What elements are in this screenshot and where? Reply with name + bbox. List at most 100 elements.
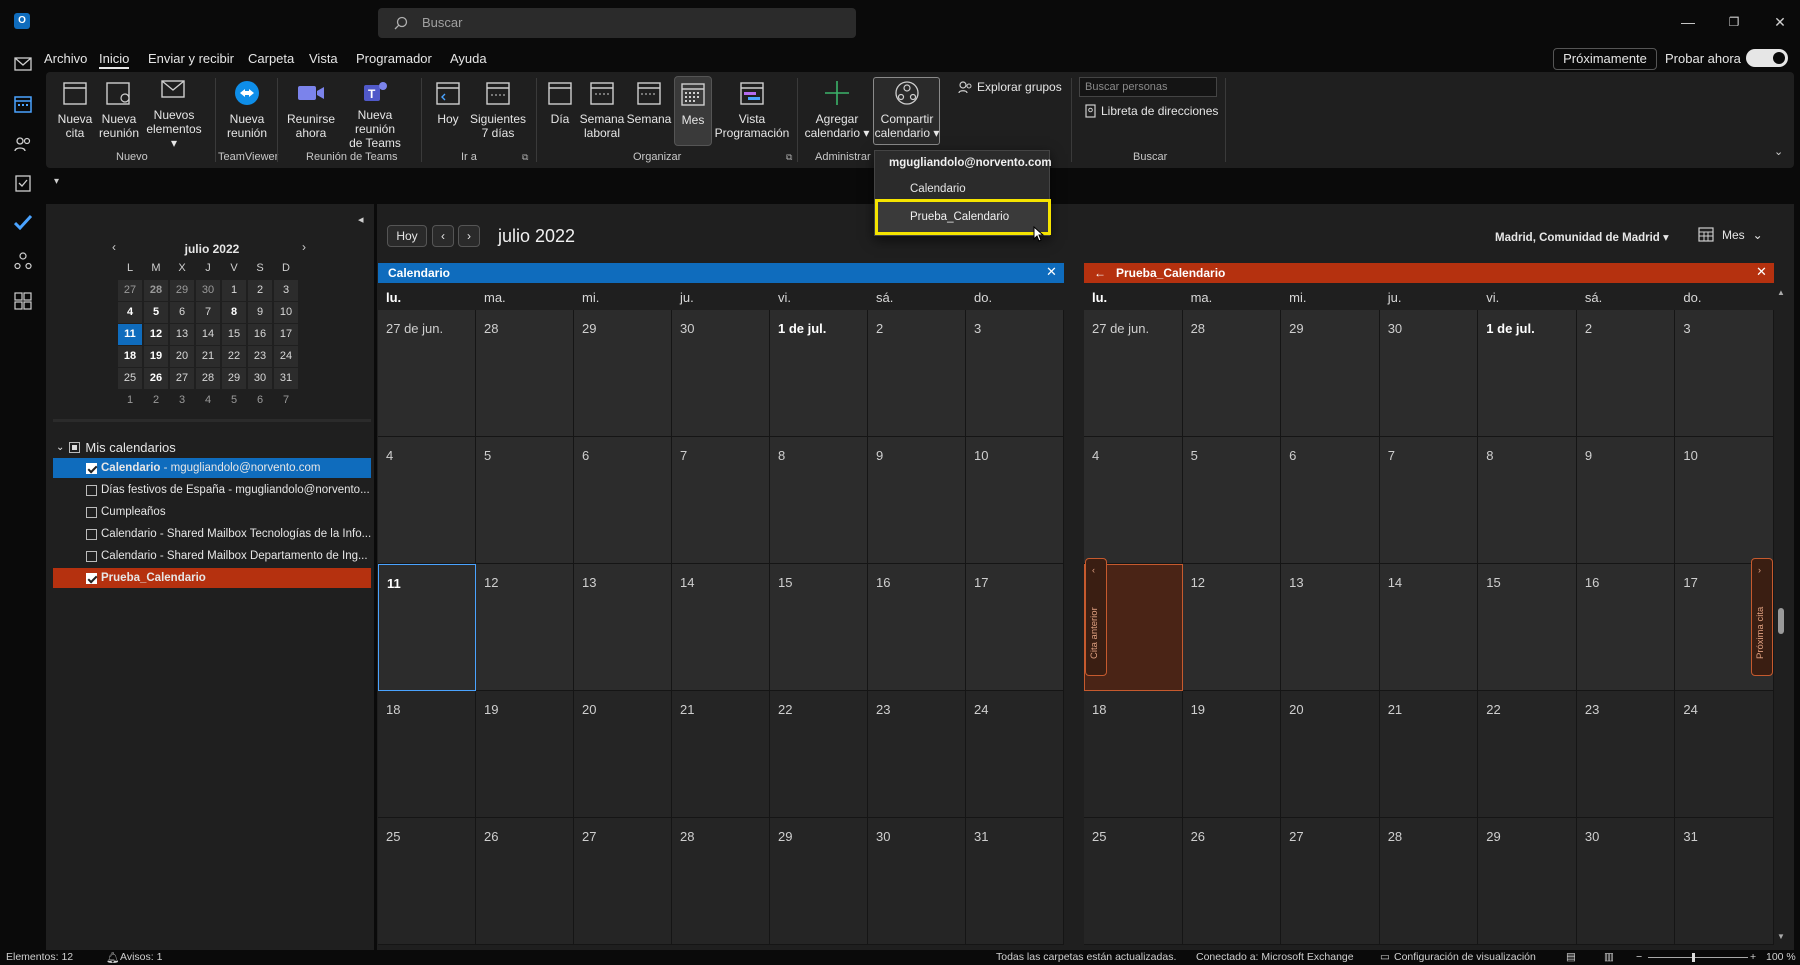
day-cell[interactable]: 3 (1675, 310, 1774, 437)
day-cell[interactable]: 19 (476, 691, 574, 818)
mini-day[interactable]: 27 (118, 280, 142, 301)
day-cell[interactable]: 18 (378, 691, 476, 818)
calendar-icon[interactable] (12, 93, 34, 115)
mini-day[interactable]: 29 (170, 280, 194, 301)
mini-day[interactable]: 3 (274, 280, 298, 301)
day-cell[interactable]: 20 (574, 691, 672, 818)
zoom-out-icon[interactable]: − (1636, 951, 1642, 963)
day-cell[interactable]: 28 (672, 818, 770, 945)
calendar-checkbox[interactable] (86, 507, 97, 518)
tab-ayuda[interactable]: Ayuda (450, 51, 487, 69)
scroll-down-icon[interactable]: ▼ (1777, 932, 1785, 941)
day-cell[interactable]: 24 (966, 691, 1064, 818)
mini-day[interactable]: 7 (196, 302, 220, 323)
day-cell[interactable]: 9 (868, 437, 966, 564)
day-cell[interactable]: 2 (1576, 310, 1676, 437)
tv-nueva-reunion-button[interactable]: Nueva reunión (222, 78, 272, 142)
day-cell[interactable]: 15 (1478, 564, 1577, 691)
mini-day[interactable]: 28 (144, 280, 168, 301)
semana-laboral-button[interactable]: Semana laboral (579, 78, 625, 142)
day-cell[interactable]: 25 (378, 818, 476, 945)
day-cell[interactable]: 7 (1379, 437, 1479, 564)
day-cell[interactable]: 26 (1182, 818, 1282, 945)
prev-month-icon[interactable]: ‹ (432, 225, 454, 247)
mini-day[interactable]: 7 (274, 390, 298, 411)
reading-view-icon[interactable]: ▥ (1604, 951, 1614, 963)
tab-inicio[interactable]: Inicio (99, 51, 130, 69)
nueva-cita-button[interactable]: Nueva cita (54, 78, 96, 142)
folder-checkbox[interactable] (69, 442, 81, 453)
search-input[interactable]: Buscar (378, 8, 856, 38)
day-cell[interactable]: 31 (966, 818, 1064, 945)
next-month-icon[interactable]: › (458, 225, 480, 247)
mini-day[interactable]: 9 (248, 302, 272, 323)
mini-day[interactable]: 10 (274, 302, 298, 323)
mini-day[interactable]: 6 (248, 390, 272, 411)
day-cell[interactable]: 12 (476, 564, 574, 691)
day-cell[interactable]: 30 (1576, 818, 1676, 945)
day-cell[interactable]: 30 (672, 310, 770, 437)
mini-day[interactable]: 30 (196, 280, 220, 301)
day-cell[interactable]: 7 (672, 437, 770, 564)
day-cell[interactable]: 18 (1084, 691, 1183, 818)
day-cell[interactable]: 5 (1182, 437, 1282, 564)
mini-day[interactable]: 25 (118, 368, 142, 389)
zoom-thumb[interactable] (1692, 953, 1695, 962)
libreta-direcciones-button[interactable]: Libreta de direcciones (1085, 104, 1218, 118)
mini-day[interactable]: 1 (118, 390, 142, 411)
day-cell[interactable]: 30 (1379, 310, 1479, 437)
normal-view-icon[interactable]: ▤ (1566, 951, 1576, 963)
day-cell[interactable]: 29 (770, 818, 868, 945)
calendar-checkbox[interactable] (86, 463, 97, 474)
day-cell[interactable]: 6 (1281, 437, 1380, 564)
day-cell[interactable]: 2 (868, 310, 966, 437)
tab-programador[interactable]: Programador (356, 51, 432, 69)
proxima-cita-tab[interactable]: › Próxima cita (1751, 558, 1773, 676)
day-cell[interactable]: 13 (1281, 564, 1380, 691)
day-cell[interactable]: 22 (1478, 691, 1577, 818)
calendar-checkbox[interactable] (86, 485, 97, 496)
dia-button[interactable]: Día (543, 78, 577, 142)
day-cell[interactable]: 12 (1182, 564, 1282, 691)
mini-day[interactable]: 12 (144, 324, 168, 345)
day-cell[interactable]: 5 (476, 437, 574, 564)
day-cell[interactable]: 16 (1576, 564, 1676, 691)
zoom-in-icon[interactable]: + (1750, 951, 1756, 963)
customize-qat-icon[interactable]: ▾ (54, 176, 59, 187)
tab-enviar-recibir[interactable]: Enviar y recibir (148, 51, 234, 69)
mini-day[interactable]: 2 (144, 390, 168, 411)
tab-carpeta[interactable]: Carpeta (248, 51, 294, 69)
day-cell[interactable]: 13 (574, 564, 672, 691)
compartir-calendario-button[interactable]: Compartir calendario ▾ (874, 78, 940, 142)
day-cell[interactable]: 16 (868, 564, 966, 691)
day-cell[interactable]: 29 (1281, 310, 1380, 437)
mini-day[interactable]: 4 (196, 390, 220, 411)
back-arrow-icon[interactable]: ← (1094, 266, 1106, 280)
day-cell[interactable]: 14 (1379, 564, 1479, 691)
mini-day[interactable]: 5 (222, 390, 246, 411)
menu-item-prueba-calendario[interactable]: Prueba_Calendario (875, 199, 1051, 235)
mini-day[interactable]: 24 (274, 346, 298, 367)
close-pane-icon[interactable]: ✕ (1046, 264, 1057, 280)
day-cell[interactable]: 27 (1281, 818, 1380, 945)
close-pane-icon[interactable]: ✕ (1756, 264, 1767, 280)
mini-day[interactable]: 4 (118, 302, 142, 323)
collapse-pane-icon[interactable]: ◂ (358, 213, 364, 226)
explorar-grupos-button[interactable]: Explorar grupos (958, 80, 1062, 94)
day-cell[interactable]: 30 (868, 818, 966, 945)
apps-icon[interactable] (12, 290, 34, 312)
day-cell[interactable]: 14 (672, 564, 770, 691)
day-cell[interactable]: 24 (1675, 691, 1774, 818)
groups-icon[interactable] (12, 250, 34, 272)
day-cell[interactable]: 6 (574, 437, 672, 564)
calendar-list-item[interactable]: Calendario - mgugliandolo@norvento.com (53, 458, 371, 478)
close-window-icon[interactable]: ✕ (1768, 10, 1792, 34)
organizar-launcher-icon[interactable]: ⧉ (786, 152, 792, 163)
day-cell[interactable]: 9 (1576, 437, 1676, 564)
semana-button[interactable]: Semana (627, 78, 671, 142)
day-cell[interactable]: 1 de jul. (770, 310, 868, 437)
tab-archivo[interactable]: Archivo (44, 51, 87, 69)
mini-day[interactable]: 28 (196, 368, 220, 389)
day-cell[interactable]: 19 (1182, 691, 1282, 818)
restore-icon[interactable]: ❐ (1722, 10, 1746, 34)
